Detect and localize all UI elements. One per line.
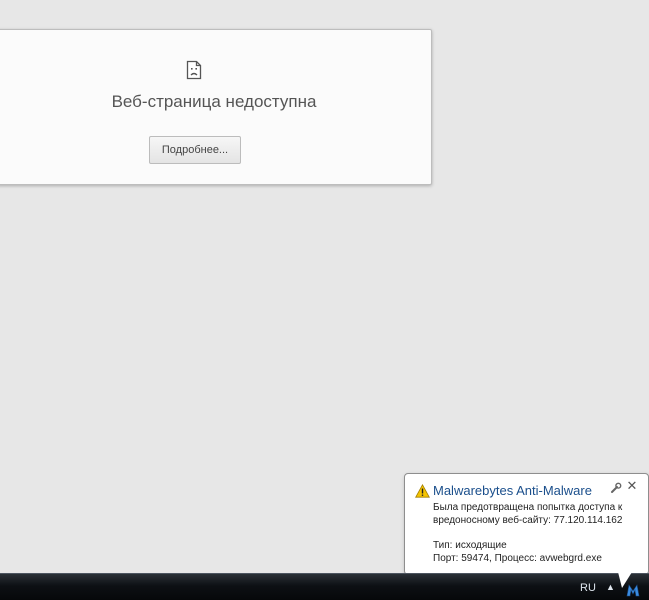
- taskbar: RU ▲: [0, 573, 649, 600]
- warning-icon: [415, 484, 430, 498]
- notification-balloon[interactable]: Malwarebytes Anti-Malware ✕ Была предотв…: [404, 473, 649, 575]
- type-line: Тип: исходящие: [433, 540, 507, 551]
- wrench-icon[interactable]: [610, 482, 622, 494]
- details-button[interactable]: Подробнее...: [149, 136, 241, 164]
- sad-document-icon: [186, 60, 202, 80]
- notification-message: Была предотвращена попытка доступа к вре…: [433, 502, 645, 565]
- error-card: Веб-страница недоступна Подробнее...: [0, 29, 432, 185]
- message-line: Была предотвращена попытка доступа к: [433, 502, 623, 513]
- balloon-tail: [618, 572, 632, 588]
- show-hidden-icons-button[interactable]: ▲: [606, 582, 615, 592]
- message-line: вредоносному веб-сайту: 77.120.114.162: [433, 514, 623, 526]
- error-title: Веб-страница недоступна: [111, 92, 317, 111]
- language-indicator[interactable]: RU: [580, 582, 596, 594]
- port-process-line: Порт: 59474, Процесс: avwebgrd.exe: [433, 552, 602, 564]
- notification-title: Malwarebytes Anti-Malware: [433, 483, 592, 498]
- close-icon[interactable]: ✕: [625, 479, 639, 493]
